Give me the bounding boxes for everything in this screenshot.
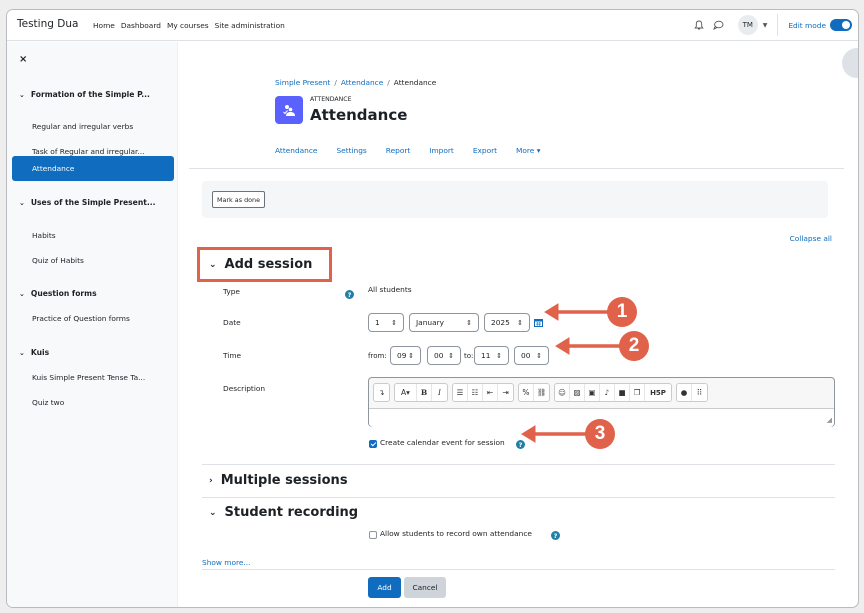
annotation-badge-1: 1 <box>607 297 637 327</box>
annotation-badge-3: 3 <box>585 419 615 449</box>
annotation-arrows <box>521 303 622 443</box>
annotation-badge-2: 2 <box>619 331 649 361</box>
